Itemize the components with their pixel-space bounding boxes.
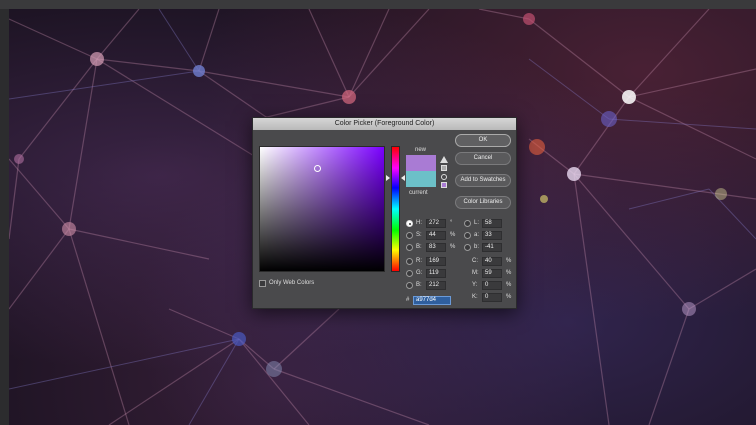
color-libraries-button[interactable]: Color Libraries <box>455 196 511 209</box>
hue-slider-left-arrow[interactable] <box>386 175 390 181</box>
b-input[interactable]: 83 <box>426 243 446 252</box>
color-field-marker[interactable] <box>314 165 321 172</box>
current-color-label: current <box>409 190 428 196</box>
gamut-swatch-icon[interactable] <box>441 165 447 171</box>
radio-b[interactable] <box>406 244 413 251</box>
r-input[interactable]: 169 <box>426 257 446 266</box>
rgb-b-input[interactable]: 212 <box>426 281 446 290</box>
dialog-title: Color Picker (Foreground Color) <box>253 118 516 130</box>
lab-row-b: b: -41 <box>464 243 514 252</box>
left-toolbar <box>0 9 9 425</box>
rgb-row-r: R: 169 <box>406 257 456 266</box>
current-color-swatch[interactable] <box>406 171 436 187</box>
h-input[interactable]: 272 <box>426 219 446 228</box>
hsb-row-b: B: 83 % <box>406 243 456 252</box>
web-safe-swatch[interactable] <box>441 182 447 188</box>
a-input[interactable]: 33 <box>482 231 502 240</box>
radio-rgb-b[interactable] <box>406 282 413 289</box>
add-to-swatches-button[interactable]: Add to Swatches <box>455 174 511 187</box>
hsb-row-h: H: 272 ° <box>406 219 456 228</box>
m-input[interactable]: 59 <box>482 269 502 278</box>
g-input[interactable]: 119 <box>426 269 446 278</box>
cmyk-row-k: K: 0 % <box>472 293 512 302</box>
radio-l[interactable] <box>464 220 471 227</box>
cmyk-row-c: C: 40 % <box>472 257 512 266</box>
rgb-row-g: G: 119 <box>406 269 456 278</box>
s-input[interactable]: 44 <box>426 231 446 240</box>
hue-slider-right-arrow[interactable] <box>401 175 405 181</box>
cmyk-row-y: Y: 0 % <box>472 281 512 290</box>
cmyk-row-m: M: 59 % <box>472 269 512 278</box>
only-web-colors-checkbox[interactable] <box>259 280 266 287</box>
lab-row-l: L: 58 <box>464 219 514 228</box>
color-picker-dialog: Color Picker (Foreground Color) new curr… <box>252 117 517 309</box>
new-color-label: new <box>415 147 427 153</box>
y-input[interactable]: 0 <box>482 281 502 290</box>
hue-slider[interactable] <box>391 146 400 272</box>
hsb-row-s: S: 44 % <box>406 231 456 240</box>
radio-lab-b[interactable] <box>464 244 471 251</box>
top-toolbar <box>0 0 756 9</box>
c-input[interactable]: 40 <box>482 257 502 266</box>
ok-button[interactable]: OK <box>455 134 511 147</box>
not-web-safe-icon[interactable] <box>441 174 447 180</box>
rgb-row-b: B: 212 <box>406 281 456 290</box>
l-input[interactable]: 58 <box>482 219 502 228</box>
radio-a[interactable] <box>464 232 471 239</box>
color-field[interactable] <box>259 146 385 272</box>
lab-b-input[interactable]: -41 <box>482 243 502 252</box>
radio-h[interactable] <box>406 220 413 227</box>
new-color-swatch <box>406 155 436 171</box>
hex-input[interactable]: a977d4 <box>413 296 451 305</box>
only-web-colors-label: Only Web Colors <box>269 280 315 286</box>
out-of-gamut-warning-icon[interactable] <box>440 156 448 163</box>
radio-g[interactable] <box>406 270 413 277</box>
radio-s[interactable] <box>406 232 413 239</box>
cancel-button[interactable]: Cancel <box>455 152 511 165</box>
radio-r[interactable] <box>406 258 413 265</box>
lab-row-a: a: 33 <box>464 231 514 240</box>
k-input[interactable]: 0 <box>482 293 502 302</box>
